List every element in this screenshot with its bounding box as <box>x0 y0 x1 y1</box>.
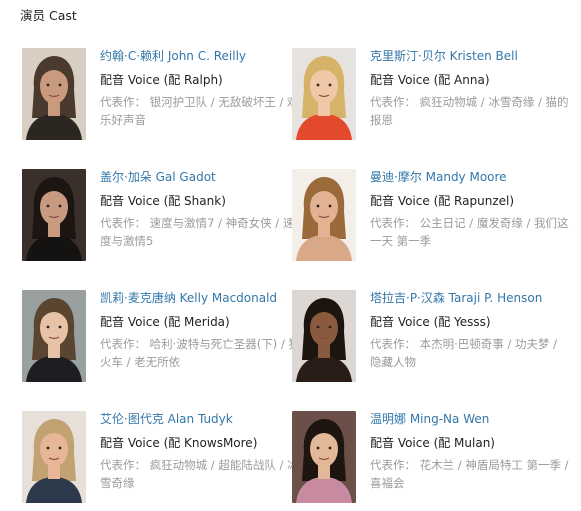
actor-works: 代表作： 花木兰 / 神盾局特工 第一季 / 喜福会 <box>370 458 569 490</box>
actor-works: 代表作： 疯狂动物城 / 冰雪奇缘 / 猫的报恩 <box>370 95 569 127</box>
actor-name-link[interactable]: 凯莉·麦克唐纳 Kelly Macdonald <box>100 290 300 306</box>
cast-card-2: 克里斯汀·贝尔 Kristen Bell 配音 Voice (配 Anna) 代… <box>292 48 570 148</box>
actor-role: 配音 Voice (配 Shank) <box>100 194 226 208</box>
cast-card-3: 盖尔·加朵 Gal Gadot 配音 Voice (配 Shank) 代表作： … <box>22 169 297 269</box>
actor-name-link[interactable]: 盖尔·加朵 Gal Gadot <box>100 169 300 185</box>
actor-info: 艾伦·图代克 Alan Tudyk 配音 Voice (配 KnowsMore)… <box>100 411 300 492</box>
actor-info: 约翰·C·赖利 John C. Reilly 配音 Voice (配 Ralph… <box>100 48 300 129</box>
cast-card-1: 约翰·C·赖利 John C. Reilly 配音 Voice (配 Ralph… <box>22 48 300 148</box>
actor-info: 盖尔·加朵 Gal Gadot 配音 Voice (配 Shank) 代表作： … <box>100 169 300 250</box>
actor-name-link[interactable]: 温明娜 Ming-Na Wen <box>370 411 570 427</box>
actor-name-link[interactable]: 艾伦·图代克 Alan Tudyk <box>100 411 300 427</box>
actor-works: 代表作： 银河护卫队 / 无敌破坏王 / 欢乐好声音 <box>100 95 299 127</box>
actor-info: 塔拉吉·P·汉森 Taraji P. Henson 配音 Voice (配 Ye… <box>370 290 570 371</box>
actor-photo[interactable] <box>292 48 356 140</box>
actor-role: 配音 Voice (配 Ralph) <box>100 73 223 87</box>
actor-works: 代表作： 本杰明·巴顿奇事 / 功夫梦 / 隐藏人物 <box>370 337 558 369</box>
actor-role: 配音 Voice (配 Mulan) <box>370 436 495 450</box>
actor-works: 代表作： 速度与激情7 / 神奇女侠 / 速度与激情5 <box>100 216 295 248</box>
actor-role: 配音 Voice (配 Rapunzel) <box>370 194 515 208</box>
cast-card-7: 艾伦·图代克 Alan Tudyk 配音 Voice (配 KnowsMore)… <box>22 411 300 511</box>
cast-card-5: 凯莉·麦克唐纳 Kelly Macdonald 配音 Voice (配 Meri… <box>22 290 300 390</box>
actor-works: 代表作： 疯狂动物城 / 超能陆战队 / 冰雪奇缘 <box>100 458 299 490</box>
actor-name-link[interactable]: 塔拉吉·P·汉森 Taraji P. Henson <box>370 290 570 306</box>
actor-photo[interactable] <box>22 48 86 140</box>
actor-info: 温明娜 Ming-Na Wen 配音 Voice (配 Mulan) 代表作： … <box>370 411 570 492</box>
actor-role: 配音 Voice (配 KnowsMore) <box>100 436 258 450</box>
cast-card-4: 曼迪·摩尔 Mandy Moore 配音 Voice (配 Rapunzel) … <box>292 169 570 269</box>
actor-role: 配音 Voice (配 Merida) <box>100 315 230 329</box>
actor-works: 代表作： 公主日记 / 魔发奇缘 / 我们这一天 第一季 <box>370 216 569 248</box>
actor-name-link[interactable]: 克里斯汀·贝尔 Kristen Bell <box>370 48 570 64</box>
actor-photo[interactable] <box>292 290 356 382</box>
actor-role: 配音 Voice (配 Anna) <box>370 73 490 87</box>
actor-info: 曼迪·摩尔 Mandy Moore 配音 Voice (配 Rapunzel) … <box>370 169 570 250</box>
cast-card-6: 塔拉吉·P·汉森 Taraji P. Henson 配音 Voice (配 Ye… <box>292 290 567 390</box>
actor-works: 代表作： 哈利·波特与死亡圣器(下) / 猜火车 / 老无所依 <box>100 337 300 369</box>
actor-role: 配音 Voice (配 Yesss) <box>370 315 491 329</box>
cast-card-8: 温明娜 Ming-Na Wen 配音 Voice (配 Mulan) 代表作： … <box>292 411 570 511</box>
actor-name-link[interactable]: 约翰·C·赖利 John C. Reilly <box>100 48 300 64</box>
actor-name-link[interactable]: 曼迪·摩尔 Mandy Moore <box>370 169 570 185</box>
actor-photo[interactable] <box>22 290 86 382</box>
actor-info: 凯莉·麦克唐纳 Kelly Macdonald 配音 Voice (配 Meri… <box>100 290 300 371</box>
actor-info: 克里斯汀·贝尔 Kristen Bell 配音 Voice (配 Anna) 代… <box>370 48 570 129</box>
actor-photo[interactable] <box>292 169 356 261</box>
actor-photo[interactable] <box>22 169 86 261</box>
actor-photo[interactable] <box>292 411 356 503</box>
actor-photo[interactable] <box>22 411 86 503</box>
section-title: 演员 Cast <box>20 8 77 23</box>
